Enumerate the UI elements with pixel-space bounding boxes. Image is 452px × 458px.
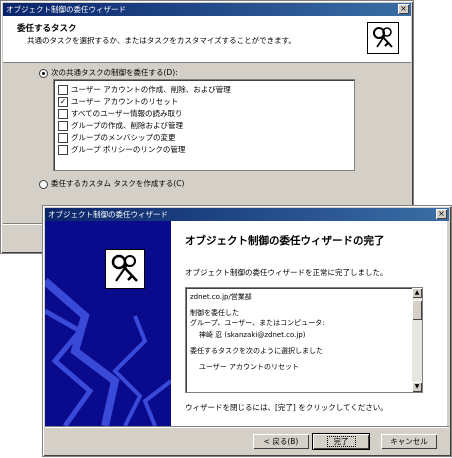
radio-common-label: 次の共通タスクの制御を委任する(D): bbox=[51, 68, 178, 77]
task-item[interactable]: ✓ ユーザー アカウントのリセット bbox=[58, 96, 178, 107]
wizard-banner bbox=[45, 221, 171, 426]
completion-panel: オブジェクト制御の委任ウィザードの完了 オブジェクト制御の委任ウィザードを正常に… bbox=[171, 221, 447, 426]
radio-common-tasks[interactable]: 次の共通タスクの制御を委任する(D): bbox=[39, 67, 178, 78]
summary-line: 制御を委任した bbox=[190, 309, 239, 317]
task-item[interactable]: ユーザー アカウントの作成、削除、および管理 bbox=[58, 84, 231, 95]
task-checkbox[interactable] bbox=[58, 145, 68, 155]
scroll-down-icon[interactable]: ▼ bbox=[412, 382, 422, 392]
front-window-title: オブジェクト制御の委任ウィザード bbox=[48, 210, 168, 219]
summary-text: zdnet.co.jp/営業部 制御を委任した グループ、ユーザー、またはコンピ… bbox=[190, 292, 408, 372]
close-icon[interactable]: × bbox=[398, 4, 409, 14]
task-checkbox[interactable]: ✓ bbox=[58, 97, 68, 107]
summary-line: グループ、ユーザー、またはコンピュータ: bbox=[190, 319, 325, 327]
task-item[interactable]: すべてのユーザー情報の読み取り bbox=[58, 108, 183, 119]
task-checkbox[interactable] bbox=[58, 109, 68, 119]
task-label: グループ ポリシーのリンクの管理 bbox=[71, 145, 186, 154]
back-header-desc: 共通のタスクを選択するか、またはタスクをカスタマイズすることができます。 bbox=[27, 36, 296, 45]
radio-common-indicator[interactable] bbox=[39, 68, 48, 78]
back-title-bar: オブジェクト制御の委任ウィザード × bbox=[3, 3, 411, 16]
finish-button-label: 完了 bbox=[326, 436, 356, 447]
completion-heading: オブジェクト制御の委任ウィザードの完了 bbox=[185, 235, 385, 247]
completion-footer-text: ウィザードを閉じるには、[完了] をクリックしてください。 bbox=[185, 403, 388, 412]
radio-custom-task[interactable]: 委任するカスタム タスクを作成する(C) bbox=[39, 178, 184, 189]
back-window-title: オブジェクト制御の委任ウィザード bbox=[6, 5, 126, 14]
back-header-title: 委任するタスク bbox=[17, 24, 77, 34]
completion-intro: オブジェクト制御の委任ウィザードを正常に完了しました。 bbox=[185, 268, 388, 277]
summary-line: 神崎 忍 (skanzaki@zdnet.co.jp) bbox=[190, 331, 306, 339]
radio-custom-label: 委任するカスタム タスクを作成する(C) bbox=[51, 179, 185, 188]
front-wizard-window: オブジェクト制御の委任ウィザード × オブジェクト制御の委任ウィザードの完了 オ… bbox=[42, 205, 452, 457]
task-checkbox[interactable] bbox=[58, 121, 68, 131]
task-label: グループの作成、削除および管理 bbox=[71, 121, 184, 130]
summary-scrollbar[interactable]: ▲ ▼ bbox=[412, 288, 422, 392]
summary-line: ユーザー アカウントのリセット bbox=[190, 363, 299, 371]
keys-icon bbox=[367, 22, 399, 54]
back-button[interactable]: < 戻る(B) bbox=[253, 434, 309, 449]
cancel-button[interactable]: キャンセル bbox=[381, 434, 437, 449]
front-title-bar: オブジェクト制御の委任ウィザード × bbox=[45, 208, 449, 221]
task-label: グループのメンバシップの変更 bbox=[71, 133, 176, 142]
task-label: すべてのユーザー情報の読み取り bbox=[71, 109, 183, 118]
scroll-thumb[interactable] bbox=[412, 300, 422, 320]
keys-icon bbox=[105, 249, 145, 289]
task-label: ユーザー アカウントのリセット bbox=[71, 97, 179, 106]
summary-box[interactable]: zdnet.co.jp/営業部 制御を委任した グループ、ユーザー、またはコンピ… bbox=[185, 287, 423, 393]
task-checkbox[interactable] bbox=[58, 85, 68, 95]
task-item[interactable]: グループの作成、削除および管理 bbox=[58, 120, 183, 131]
task-checkbox[interactable] bbox=[58, 133, 68, 143]
task-item[interactable]: グループのメンバシップの変更 bbox=[58, 132, 176, 143]
front-bottom-divider bbox=[45, 426, 449, 428]
summary-line: zdnet.co.jp/営業部 bbox=[190, 293, 252, 301]
task-label: ユーザー アカウントの作成、削除、および管理 bbox=[71, 85, 231, 94]
close-icon[interactable]: × bbox=[436, 209, 447, 219]
finish-button[interactable]: 完了 bbox=[312, 433, 370, 450]
summary-line: 委任するタスクを次のように選択しました bbox=[190, 347, 323, 355]
back-header: 委任するタスク 共通のタスクを選択するか、またはタスクをカスタマイズすることがで… bbox=[3, 16, 411, 63]
scroll-up-icon[interactable]: ▲ bbox=[412, 288, 422, 298]
task-item[interactable]: グループ ポリシーのリンクの管理 bbox=[58, 144, 185, 155]
task-list: ユーザー アカウントの作成、削除、および管理 ✓ ユーザー アカウントのリセット … bbox=[53, 79, 355, 171]
radio-custom-indicator[interactable] bbox=[39, 179, 48, 189]
